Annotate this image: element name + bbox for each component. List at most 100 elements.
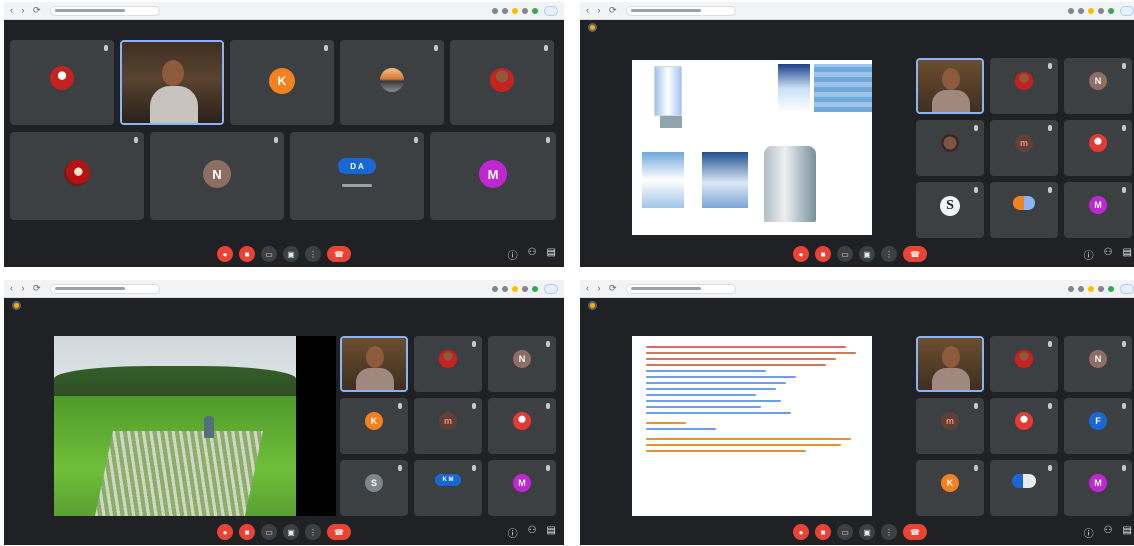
mic-off-icon[interactable]: ● — [217, 524, 233, 540]
mic-off-icon[interactable]: ● — [793, 246, 809, 262]
people-icon[interactable]: ⚇ — [528, 525, 537, 540]
browser-nav-icons[interactable]: ‹ › ⟳ — [10, 5, 44, 16]
participant-tile[interactable] — [414, 336, 482, 392]
extension-icons[interactable] — [1068, 285, 1114, 292]
participant-tile[interactable] — [1064, 120, 1132, 176]
camera-off-icon[interactable]: ■ — [815, 246, 831, 262]
more-icon[interactable]: ⋮ — [305, 246, 321, 262]
participant-tile[interactable]: K M — [414, 460, 482, 516]
participant-photo — [490, 68, 514, 92]
resume-button[interactable] — [1120, 283, 1134, 294]
participant-tile[interactable]: K — [340, 398, 408, 454]
captions-icon[interactable]: ▭ — [261, 246, 277, 262]
participant-tile[interactable]: N — [1064, 58, 1132, 114]
chat-icon[interactable]: ▤ — [1123, 247, 1132, 262]
browser-nav-icons[interactable]: ‹ › ⟳ — [10, 283, 44, 294]
more-icon[interactable]: ⋮ — [881, 524, 897, 540]
mic-off-icon — [1122, 125, 1126, 131]
people-icon[interactable]: ⚇ — [1104, 525, 1113, 540]
participant-tile-active-speaker[interactable] — [916, 336, 984, 392]
more-icon[interactable]: ⋮ — [881, 246, 897, 262]
participant-tile[interactable]: N — [150, 132, 284, 220]
extension-icons[interactable] — [492, 7, 538, 14]
end-call-icon[interactable]: ☎ — [327, 246, 351, 262]
end-call-icon[interactable]: ☎ — [327, 524, 351, 540]
avatar: N — [203, 160, 231, 188]
participant-tile-active-speaker[interactable] — [340, 336, 408, 392]
participant-tile[interactable] — [990, 336, 1058, 392]
resume-button[interactable] — [544, 283, 558, 294]
extension-icons[interactable] — [1068, 7, 1114, 14]
address-bar[interactable] — [49, 5, 160, 16]
participant-tile-active-speaker[interactable] — [916, 58, 984, 114]
camera-off-icon[interactable]: ■ — [239, 246, 255, 262]
chat-icon[interactable]: ▤ — [547, 247, 556, 262]
participant-tile[interactable]: N — [1064, 336, 1132, 392]
captions-icon[interactable]: ▭ — [837, 524, 853, 540]
participant-tile[interactable]: K — [230, 40, 334, 125]
participant-tile[interactable] — [990, 182, 1058, 238]
captions-icon[interactable]: ▭ — [837, 246, 853, 262]
mic-off-icon — [398, 465, 402, 471]
participant-tile[interactable] — [10, 40, 114, 125]
participant-tile[interactable]: m — [990, 120, 1058, 176]
chat-icon[interactable]: ▤ — [1123, 525, 1132, 540]
more-icon[interactable]: ⋮ — [305, 524, 321, 540]
participant-tile[interactable]: K — [916, 460, 984, 516]
org-logo-icon — [588, 22, 597, 32]
participant-tile[interactable] — [488, 398, 556, 454]
present-icon[interactable]: ▣ — [283, 246, 299, 262]
present-icon[interactable]: ▣ — [283, 524, 299, 540]
mic-off-icon[interactable]: ● — [217, 246, 233, 262]
end-call-icon[interactable]: ☎ — [903, 524, 927, 540]
present-icon[interactable]: ▣ — [859, 524, 875, 540]
browser-toolbar: ‹ › ⟳ — [580, 280, 1134, 298]
captions-icon[interactable]: ▭ — [261, 524, 277, 540]
participant-tile[interactable] — [340, 40, 444, 125]
meeting-controls-bar: ● ■ ▭ ▣ ⋮ ☎ ⓘ ⚇ ▤ — [4, 519, 564, 545]
people-icon[interactable]: ⚇ — [528, 247, 537, 262]
participant-tile[interactable]: M — [488, 460, 556, 516]
chat-icon[interactable]: ▤ — [547, 525, 556, 540]
participant-tile[interactable]: F — [1064, 398, 1132, 454]
participant-tile[interactable]: M — [1064, 460, 1132, 516]
participant-tile[interactable]: m — [916, 398, 984, 454]
camera-off-icon[interactable]: ■ — [815, 524, 831, 540]
people-icon[interactable]: ⚇ — [1104, 247, 1113, 262]
participant-tile[interactable] — [450, 40, 554, 125]
participant-tile[interactable] — [990, 58, 1058, 114]
participant-tile[interactable]: M — [1064, 182, 1132, 238]
participant-tile[interactable] — [990, 460, 1058, 516]
participant-tile[interactable]: S — [916, 182, 984, 238]
slide-image-flask-2 — [702, 152, 748, 208]
browser-nav-icons[interactable]: ‹ › ⟳ — [586, 5, 620, 16]
end-call-icon[interactable]: ☎ — [903, 246, 927, 262]
participant-tile[interactable]: S — [340, 460, 408, 516]
info-icon[interactable]: ⓘ — [1084, 525, 1094, 540]
participant-photo — [1089, 134, 1107, 152]
participant-tile[interactable]: m — [414, 398, 482, 454]
info-icon[interactable]: ⓘ — [1084, 247, 1094, 262]
participant-tile[interactable] — [990, 398, 1058, 454]
participant-tile[interactable]: N — [488, 336, 556, 392]
mic-off-icon[interactable]: ● — [793, 524, 809, 540]
participant-tile-active-speaker[interactable] — [120, 40, 224, 125]
participant-tile[interactable] — [10, 132, 144, 220]
resume-button[interactable] — [1120, 5, 1134, 16]
address-bar[interactable] — [625, 283, 736, 294]
info-icon[interactable]: ⓘ — [508, 247, 518, 262]
participant-tile[interactable] — [916, 120, 984, 176]
address-bar[interactable] — [49, 283, 160, 294]
participant-tile[interactable]: D A — [290, 132, 424, 220]
camera-off-icon[interactable]: ■ — [239, 524, 255, 540]
present-icon[interactable]: ▣ — [859, 246, 875, 262]
info-icon[interactable]: ⓘ — [508, 525, 518, 540]
resume-button[interactable] — [544, 5, 558, 16]
address-bar[interactable] — [625, 5, 736, 16]
browser-nav-icons[interactable]: ‹ › ⟳ — [586, 283, 620, 294]
extension-icons[interactable] — [492, 285, 538, 292]
avatar: M — [1089, 196, 1107, 214]
mic-off-icon — [1048, 187, 1052, 193]
mic-off-icon — [1048, 465, 1052, 471]
participant-tile[interactable]: M — [430, 132, 556, 220]
